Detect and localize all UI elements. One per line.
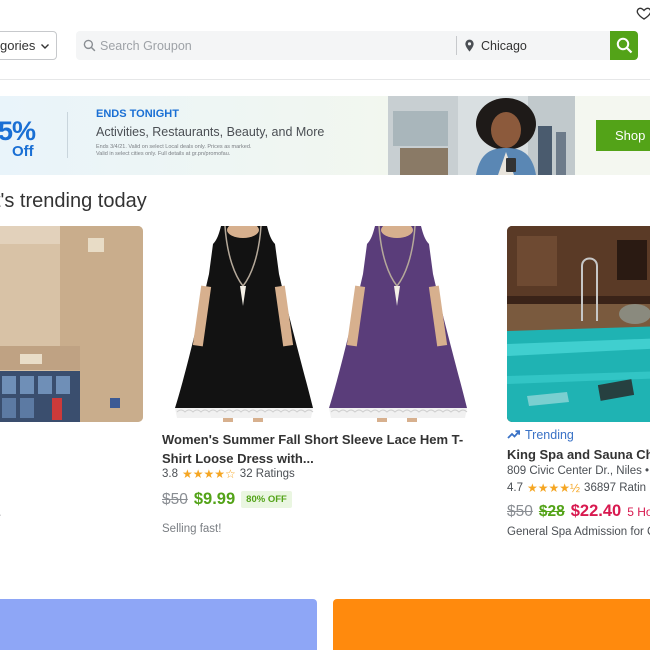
sale-price: $9.99: [193, 490, 236, 508]
banner-photo: [388, 96, 575, 175]
promo-tile-orange[interactable]: [333, 599, 650, 650]
deal-card-rating: 4.7 ★★★★½ 36897 Ratin: [507, 481, 646, 495]
previous-price: $28: [538, 502, 565, 520]
deal-card-description: General Spa Admission for C: [507, 526, 650, 538]
search-input[interactable]: [100, 35, 450, 56]
banner-fine-print: Ends 3/4/21. Valid on select Local deals…: [96, 144, 296, 158]
rating-value: 4.7: [507, 482, 523, 494]
deal-card-range: ge: [0, 510, 1, 522]
shop-now-button[interactable]: Shop N: [596, 120, 650, 151]
heart-icon[interactable]: [636, 5, 650, 21]
deal-card-title[interactable]: Women's Summer Fall Short Sleeve Lace He…: [162, 430, 472, 468]
deal-card-title[interactable]: King Spa and Sauna Chi: [507, 447, 650, 462]
banner-title: Activities, Restaurants, Beauty, and Mor…: [96, 125, 325, 139]
banner-ends-label: ENDS TONIGHT: [96, 108, 179, 120]
original-price: $50: [507, 502, 533, 520]
rating-count: 32 Ratings: [239, 468, 295, 480]
trending-label: Trending: [525, 428, 574, 442]
discount-badge: 80% OFF: [241, 491, 292, 508]
promo-tile-blue[interactable]: [0, 599, 317, 650]
search-icon: [83, 39, 96, 52]
trending-tag: Trending: [507, 428, 574, 442]
countdown-timer: 5 Ho: [627, 504, 650, 519]
categories-dropdown[interactable]: gories: [0, 31, 57, 60]
search-bar: [76, 31, 638, 60]
categories-label: gories: [0, 38, 36, 53]
location-pin-icon: [465, 39, 474, 52]
location-input[interactable]: [481, 35, 601, 56]
search-icon: [616, 37, 632, 54]
search-button[interactable]: [610, 31, 638, 60]
section-title: t's trending today: [0, 190, 147, 212]
deal-card-price: $50 $9.99 80% OFF: [162, 490, 292, 509]
original-price: $50: [162, 490, 188, 508]
deal-card-image[interactable]: [0, 226, 143, 422]
urgency-label: Selling fast!: [162, 523, 222, 535]
star-rating-icon: ★★★★½: [527, 481, 581, 495]
deal-card-price: $50 $28 $22.40 5 Ho: [507, 502, 650, 521]
sale-price: $22.40: [570, 502, 622, 520]
banner-fine-print-line: Ends 3/4/21. Valid on select Local deals…: [96, 144, 252, 150]
search-divider: [456, 36, 457, 55]
site-header: gories: [0, 0, 650, 80]
chevron-down-icon: [41, 43, 50, 49]
deal-card-address: 809 Civic Center Dr., Niles •: [507, 465, 650, 477]
banner-discount-off: Off: [12, 143, 34, 160]
star-rating-icon: ★★★★☆: [182, 467, 236, 481]
rating-value: 3.8: [162, 468, 178, 480]
banner-divider: [67, 112, 68, 158]
deal-card-rating: 3.8 ★★★★☆ 32 Ratings: [162, 467, 295, 481]
rating-count: 36897 Ratin: [584, 482, 647, 494]
deal-card-image[interactable]: [507, 226, 650, 422]
banner-discount-percent: 5%: [0, 116, 36, 146]
deal-card-image[interactable]: [163, 226, 478, 422]
banner-fine-print-line: Valid in select cities only. Full detail…: [96, 151, 231, 157]
trending-up-icon: [507, 430, 520, 439]
